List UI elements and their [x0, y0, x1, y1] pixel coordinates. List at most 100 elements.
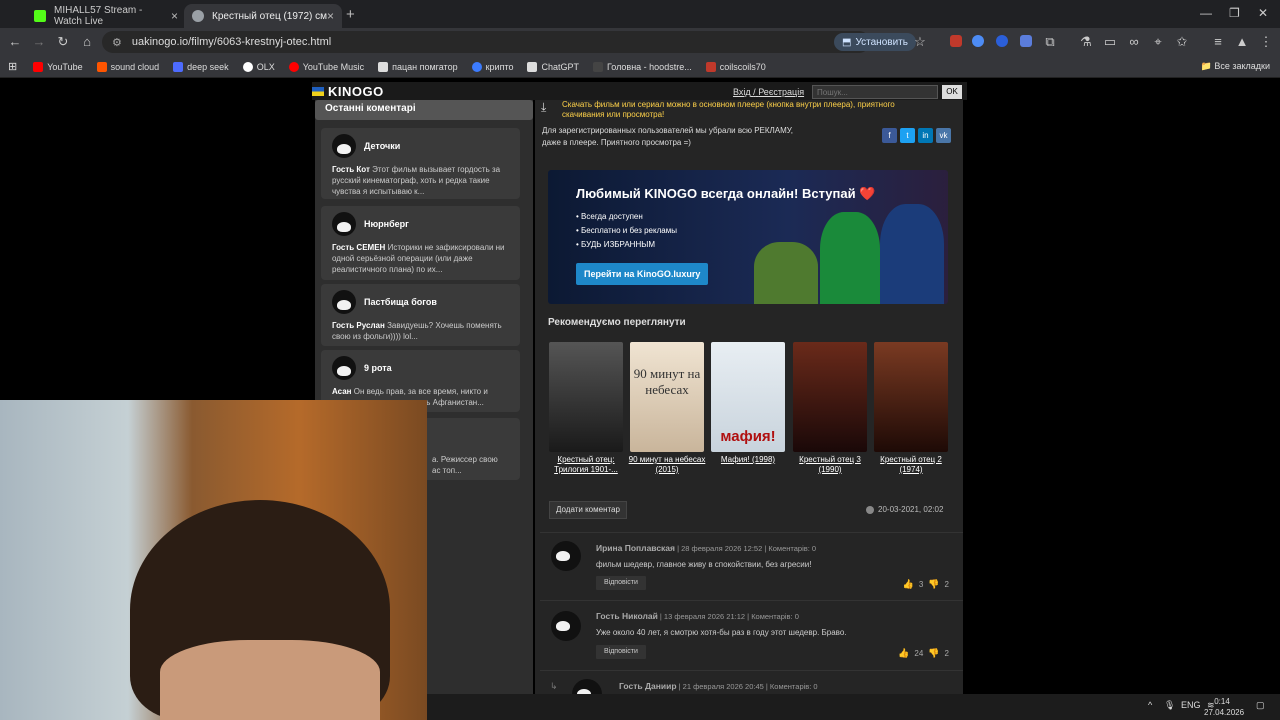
- extension-icon[interactable]: [950, 35, 962, 47]
- publish-date-text: 20-03-2021, 02:02: [878, 505, 944, 514]
- banner-title-suffix: всегда онлайн! Вступай ❤️: [697, 186, 876, 201]
- tab-mihall57[interactable]: MIHALL57 Stream - Watch Live ×: [26, 4, 186, 28]
- tab-title: Крестный отец (1972) смотре: [212, 10, 327, 22]
- bookmark-crypto[interactable]: крипто: [471, 61, 513, 72]
- reply-button[interactable]: Відповісти: [596, 645, 646, 659]
- reload-icon[interactable]: ↻: [55, 34, 71, 50]
- sidebar-comment[interactable]: Деточки Гость Кот Этот фильм вызывает го…: [321, 128, 520, 199]
- flask-icon[interactable]: ⚗: [1078, 34, 1094, 50]
- bookmark-soundcloud[interactable]: sound cloud: [96, 61, 159, 72]
- bookmark-youtube[interactable]: YouTube: [33, 61, 83, 72]
- bookmark-deepseek[interactable]: deep seek: [173, 61, 229, 72]
- promo-banner[interactable]: Любимый KINOGO всегда онлайн! Вступай ❤️…: [548, 170, 948, 304]
- thumbs-down-icon[interactable]: 👎: [928, 648, 939, 659]
- search-button[interactable]: OK: [942, 85, 962, 99]
- apps-icon[interactable]: ⊞: [8, 60, 17, 73]
- bookmark-hoodstre[interactable]: Головна - hoodstre...: [592, 61, 692, 72]
- star-icon[interactable]: ☆: [912, 34, 928, 50]
- poster-caption[interactable]: Мафия! (1998): [707, 455, 789, 465]
- bookmark-olx[interactable]: OLX: [242, 61, 275, 72]
- bookmark-star-icon[interactable]: ✩: [1174, 34, 1190, 50]
- facebook-icon[interactable]: f: [882, 128, 897, 143]
- site-search-input[interactable]: [812, 85, 938, 99]
- extension-icon[interactable]: [1020, 35, 1032, 47]
- bookmark-youtube-music[interactable]: YouTube Music: [288, 61, 365, 72]
- bookmark-patsan[interactable]: пацан помгатор: [378, 61, 458, 72]
- thumbs-up-icon[interactable]: 👍: [903, 579, 914, 590]
- glasses-icon[interactable]: ∞: [1126, 34, 1142, 49]
- register-link[interactable]: Реєстрація: [758, 87, 804, 97]
- add-comment-button[interactable]: Додати коментар: [549, 501, 627, 519]
- poster-godfather-2[interactable]: [874, 342, 948, 452]
- close-icon[interactable]: ×: [171, 9, 178, 23]
- sidebar-comment[interactable]: Нюрнберг Гость СЕМЕН Историки не зафикси…: [321, 206, 520, 280]
- clock[interactable]: 0:14 27.04.2026: [1204, 696, 1244, 718]
- all-bookmarks[interactable]: 📁 Все закладки: [1201, 61, 1270, 72]
- sidebar-comment-film[interactable]: Нюрнберг: [364, 219, 409, 229]
- notification-icon[interactable]: ▢: [1256, 700, 1265, 711]
- site-info-icon[interactable]: ⚙: [112, 36, 122, 49]
- sidebar-comment-author: Гость Кот: [332, 165, 370, 174]
- comment-author[interactable]: Гость Николай: [596, 611, 658, 621]
- publish-date: 20-03-2021, 02:02: [866, 505, 943, 514]
- poster-godfather-trilogy[interactable]: [549, 342, 623, 452]
- poster-90-minutes[interactable]: 90 минут на небесах: [630, 342, 704, 452]
- sidebar-comment-author: Асан: [332, 387, 352, 396]
- poster-caption[interactable]: 90 минут на небесах (2015): [626, 455, 708, 475]
- home-icon[interactable]: ⌂: [79, 34, 95, 49]
- forward-icon[interactable]: →: [31, 34, 47, 49]
- comment-author[interactable]: Гость Даниир: [619, 681, 677, 691]
- bookmark-chatgpt[interactable]: ChatGPT: [527, 61, 579, 72]
- thumbs-up-icon[interactable]: 👍: [898, 648, 909, 659]
- poster-caption[interactable]: Крестный отец 3 (1990): [789, 455, 871, 475]
- menu-icon[interactable]: ⋮: [1258, 34, 1274, 50]
- close-window-icon[interactable]: ✕: [1258, 6, 1268, 20]
- sidebar-comment-film[interactable]: Деточки: [364, 141, 400, 151]
- download-notice: Скачать фильм или сериал можно в основно…: [562, 100, 895, 119]
- extension-icon[interactable]: [996, 35, 1008, 47]
- extension-icon[interactable]: [972, 35, 984, 47]
- install-button[interactable]: ⬒ Установить: [834, 33, 916, 51]
- microphone-icon[interactable]: 🎙: [1164, 700, 1175, 711]
- puzzle-icon[interactable]: ⧉: [1042, 34, 1058, 50]
- plus-icon[interactable]: +: [346, 6, 355, 23]
- banner-button[interactable]: Перейти на KinoGO.luxury: [576, 263, 709, 285]
- close-icon[interactable]: ×: [327, 9, 334, 23]
- bookmark-coilscoils[interactable]: coilscoils70: [705, 61, 766, 72]
- bookmark-icon: [378, 61, 389, 72]
- language-indicator[interactable]: ENG: [1181, 700, 1201, 710]
- linkedin-icon[interactable]: in: [918, 128, 933, 143]
- bookmark-label: OLX: [256, 61, 275, 72]
- bookmark-label: YouTube Music: [302, 61, 365, 72]
- sidebar-comment-author: Гость СЕМЕН: [332, 243, 386, 252]
- clock-icon: [866, 505, 874, 514]
- address-bar[interactable]: ⚙ uakinogo.io/filmy/6063-krestnyj-otec.h…: [102, 31, 870, 53]
- sidebar-comment-film[interactable]: 9 рота: [364, 363, 392, 373]
- auth-separator: /: [753, 87, 756, 97]
- reply-arrow-icon: ↳: [550, 681, 558, 691]
- comment-author[interactable]: Ирина Поплавская: [596, 543, 675, 553]
- location-icon[interactable]: ⌖: [1150, 34, 1166, 50]
- thumbs-down-icon[interactable]: 👎: [928, 579, 939, 590]
- login-link[interactable]: Вхід: [733, 87, 751, 97]
- tab-godfather[interactable]: Крестный отец (1972) смотре ×: [184, 4, 342, 28]
- poster-godfather-3[interactable]: [793, 342, 867, 452]
- poster-mafia[interactable]: мафия!: [711, 342, 785, 452]
- poster-caption[interactable]: Крестный отец 2 (1974): [870, 455, 952, 475]
- back-icon[interactable]: ←: [7, 34, 23, 49]
- twitter-icon[interactable]: t: [900, 128, 915, 143]
- sidebar-comment[interactable]: Пастбища богов Гость Руслан Завидуешь? Х…: [321, 284, 520, 346]
- url-text: uakinogo.io/filmy/6063-krestnyj-otec.htm…: [131, 36, 332, 48]
- reply-button[interactable]: Відповісти: [596, 576, 646, 590]
- sidebar-comment-film[interactable]: Пастбища богов: [364, 297, 437, 307]
- poster-caption[interactable]: Крестный отец: Трилогия 1901-...: [545, 455, 627, 475]
- minimize-icon[interactable]: —: [1200, 6, 1212, 20]
- wallet-icon[interactable]: ▭: [1102, 34, 1118, 50]
- vk-icon[interactable]: vk: [936, 128, 951, 143]
- bookmark-label: Головна - hoodstre...: [606, 61, 692, 72]
- profile-icon[interactable]: ▲: [1234, 34, 1250, 49]
- site-logo[interactable]: KINOGO: [312, 84, 384, 99]
- tab-search-icon[interactable]: ≡: [1210, 34, 1226, 49]
- restore-icon[interactable]: ❐: [1229, 6, 1240, 20]
- network-icon[interactable]: ^: [1148, 700, 1152, 710]
